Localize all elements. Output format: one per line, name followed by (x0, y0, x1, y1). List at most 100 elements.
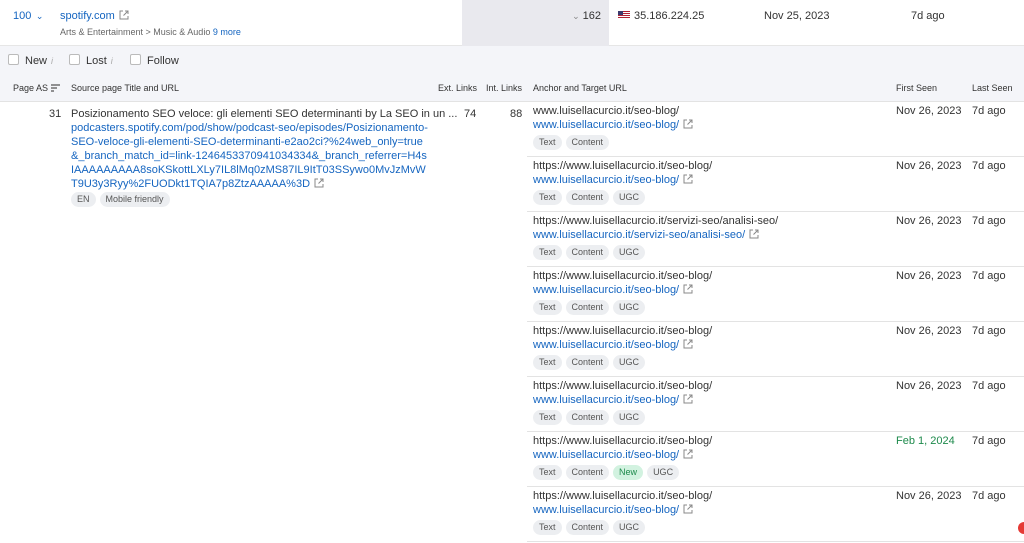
tag-ugc: UGC (647, 465, 680, 480)
anchor-row: https://www.luisellacurcio.it/seo-blog/w… (527, 377, 1024, 432)
chevron-down-icon: ⌄ (572, 11, 580, 21)
tag-content: Content (565, 245, 610, 260)
external-link-icon[interactable] (683, 339, 693, 349)
target-url-link[interactable]: www.luisellacurcio.it/seo-blog/ (533, 119, 693, 131)
col-source[interactable]: Source page Title and URL (71, 83, 179, 93)
anchor-row: www.luisellacurcio.it/seo-blog/www.luise… (527, 102, 1024, 157)
source-url-text: podcasters.spotify.com/pod/show/podcast-… (71, 122, 428, 190)
anchor-tags: Text Content UGC (533, 520, 649, 535)
external-link-icon[interactable] (683, 449, 693, 459)
anchor-text: https://www.luisellacurcio.it/seo-blog/ (533, 325, 713, 337)
external-link-icon[interactable] (683, 284, 693, 294)
target-url-link[interactable]: www.luisellacurcio.it/seo-blog/ (533, 174, 693, 186)
int-links-value: 88 (510, 108, 523, 120)
first-seen-value: Nov 26, 2023 (896, 160, 962, 172)
notification-dot[interactable] (1018, 522, 1024, 534)
first-seen-value: Nov 26, 2023 (896, 325, 962, 337)
filter-new-label: New (25, 55, 48, 67)
target-url-link[interactable]: www.luisellacurcio.it/seo-blog/ (533, 449, 693, 461)
tag-content: Content (565, 465, 610, 480)
us-flag-icon (618, 11, 630, 19)
tag-content: Content (565, 190, 610, 205)
tag-content: Content (565, 300, 610, 315)
last-seen-value: 7d ago (972, 325, 1006, 337)
external-link-icon[interactable] (683, 394, 693, 404)
tag-text: Text (533, 135, 562, 150)
ip-address: 35.186.224.25 (618, 10, 704, 22)
target-url-link[interactable]: www.luisellacurcio.it/seo-blog/ (533, 394, 693, 406)
chevron-down-icon: ⌄ (33, 11, 44, 21)
tag-text: Text (533, 245, 562, 260)
anchor-text: https://www.luisellacurcio.it/seo-blog/ (533, 160, 713, 172)
col-ext-links[interactable]: Ext. Links (438, 83, 477, 93)
target-url-text: www.luisellacurcio.it/seo-blog/ (533, 119, 680, 131)
tag-text: Text (533, 190, 562, 205)
col-first-seen[interactable]: First Seen (896, 83, 937, 93)
last-seen-date: 7d ago (911, 10, 945, 22)
tag-ugc: UGC (613, 190, 646, 205)
anchor-row: https://www.luisellacurcio.it/seo-blog/w… (527, 267, 1024, 322)
cell-value: 162 (582, 10, 601, 22)
anchor-tags: Text Content UGC (533, 190, 649, 205)
anchor-tags: Text Content New UGC (533, 465, 683, 480)
target-url-text: www.luisellacurcio.it/seo-blog/ (533, 284, 680, 296)
sort-icon[interactable] (51, 84, 61, 92)
tag-ugc: UGC (613, 520, 646, 535)
last-seen-value: 7d ago (972, 270, 1006, 282)
first-seen-value: Nov 26, 2023 (896, 105, 962, 117)
col-anchor[interactable]: Anchor and Target URL (533, 83, 627, 93)
target-url-link[interactable]: www.luisellacurcio.it/seo-blog/ (533, 504, 693, 516)
col-int-links[interactable]: Int. Links (486, 83, 522, 93)
col-page-as-label: Page AS (13, 83, 49, 93)
external-link-icon[interactable] (683, 119, 693, 129)
target-url-text: www.luisellacurcio.it/seo-blog/ (533, 174, 680, 186)
first-seen-value: Nov 26, 2023 (896, 490, 962, 502)
filter-lost-label: Lost (86, 55, 107, 67)
col-page-as[interactable]: Page AS (13, 83, 61, 93)
expand-value-button[interactable]: ⌄ 162 (572, 10, 601, 22)
first-seen-value: Nov 26, 2023 (896, 380, 962, 392)
checkbox-new[interactable] (8, 54, 19, 65)
checkbox-follow[interactable] (130, 54, 141, 65)
tag-ugc: UGC (613, 245, 646, 260)
tag-content: Content (565, 520, 610, 535)
filter-lost[interactable]: Lost i (69, 54, 113, 67)
tag-language: EN (71, 192, 96, 207)
checkbox-lost[interactable] (69, 54, 80, 65)
target-url-text: www.luisellacurcio.it/servizi-seo/analis… (533, 229, 746, 241)
target-url-text: www.luisellacurcio.it/seo-blog/ (533, 339, 680, 351)
first-seen-value: Feb 1, 2024 (896, 435, 955, 447)
target-url-link[interactable]: www.luisellacurcio.it/seo-blog/ (533, 339, 693, 351)
tag-text: Text (533, 355, 562, 370)
domain-link[interactable]: spotify.com (60, 10, 129, 22)
tag-content: Content (565, 135, 610, 150)
col-last-seen[interactable]: Last Seen (972, 83, 1013, 93)
info-icon[interactable]: i (51, 56, 53, 66)
external-link-icon[interactable] (314, 178, 324, 188)
target-url-link[interactable]: www.luisellacurcio.it/servizi-seo/analis… (533, 229, 759, 241)
anchor-row: https://www.luisellacurcio.it/servizi-se… (527, 212, 1024, 267)
last-seen-value: 7d ago (972, 380, 1006, 392)
referring-domain-row: 100 ⌄ spotify.com Arts & Entertainment >… (0, 0, 1024, 46)
page-as-value: 31 (49, 108, 62, 120)
backlink-count: 100 (13, 10, 32, 22)
backlink-count-toggle[interactable]: 100 ⌄ (13, 10, 43, 22)
anchor-row: https://www.luisellacurcio.it/seo-blog/w… (527, 157, 1024, 212)
more-categories-link[interactable]: 9 more (213, 27, 241, 37)
external-link-icon[interactable] (119, 10, 129, 20)
category-text: Arts & Entertainment > Music & Audio 9 m… (60, 27, 241, 37)
ext-links-value: 74 (464, 108, 477, 120)
source-page-url[interactable]: podcasters.spotify.com/pod/show/podcast-… (71, 121, 428, 191)
anchor-tags: Text Content UGC (533, 410, 649, 425)
tag-content: Content (565, 355, 610, 370)
external-link-icon[interactable] (683, 504, 693, 514)
target-url-link[interactable]: www.luisellacurcio.it/seo-blog/ (533, 284, 693, 296)
first-seen-value: Nov 26, 2023 (896, 270, 962, 282)
source-page-title: Posizionamento SEO veloce: gli elementi … (71, 108, 458, 120)
info-icon[interactable]: i (111, 56, 113, 66)
external-link-icon[interactable] (749, 229, 759, 239)
external-link-icon[interactable] (683, 174, 693, 184)
filter-new[interactable]: New i (8, 54, 53, 67)
filter-follow[interactable]: Follow (130, 54, 179, 67)
table-header: Page AS Source page Title and URL Ext. L… (0, 76, 1024, 102)
